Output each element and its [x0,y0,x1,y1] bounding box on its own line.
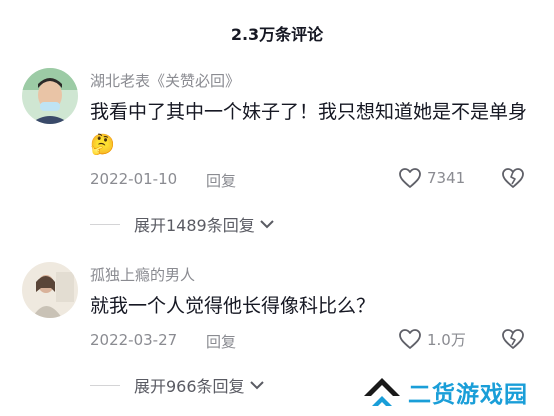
expand-replies-button[interactable]: 展开1489条回复 [90,212,275,236]
reply-button[interactable]: 回复 [206,331,236,352]
divider [90,223,120,225]
comment-username[interactable]: 湖北老表《关赞必回》 [90,70,240,91]
like-count: 7341 [427,169,466,187]
comment-text-body: 我看中了其中一个妹子了！我只想知道她是不是单身 [90,101,528,123]
comment-username[interactable]: 孤独上瘾的男人 [90,264,195,285]
avatar[interactable] [22,68,78,124]
comments-header: 2.3万条评论 [0,0,554,66]
dislike-button[interactable] [500,166,526,192]
comment-text: 我看中了其中一个妹子了！我只想知道她是不是单身 🤔 [90,96,530,161]
broken-heart-icon [502,329,524,349]
expand-replies-label: 展开966条回复 [134,377,245,396]
chevron-down-icon [260,220,274,229]
avatar[interactable] [22,262,78,318]
divider [90,384,120,386]
chevron-down-icon [249,381,264,390]
like-button[interactable]: 7341 [398,167,465,189]
watermark-text: 二货游戏园 [408,382,528,408]
like-count: 1.0万 [427,330,466,349]
comment-text: 就我一个人觉得他长得像科比么？ [90,295,376,317]
reply-button[interactable]: 回复 [206,170,236,191]
comment-date: 2022-03-27 [90,331,178,349]
comment-date: 2022-01-10 [90,170,178,188]
comment-count-title: 2.3万条评论 [230,25,324,44]
watermark-logo [364,378,400,406]
like-button[interactable]: 1.0万 [398,328,466,350]
dislike-button[interactable] [500,327,526,353]
broken-heart-icon [502,168,524,188]
thinking-emoji-icon: 🤔 [90,132,115,156]
expand-replies-button[interactable]: 展开966条回复 [90,373,265,397]
heart-icon [399,168,421,188]
expand-replies-label: 展开1489条回复 [134,216,255,235]
heart-icon [399,329,421,349]
watermark: 二货游戏园 [352,368,554,416]
